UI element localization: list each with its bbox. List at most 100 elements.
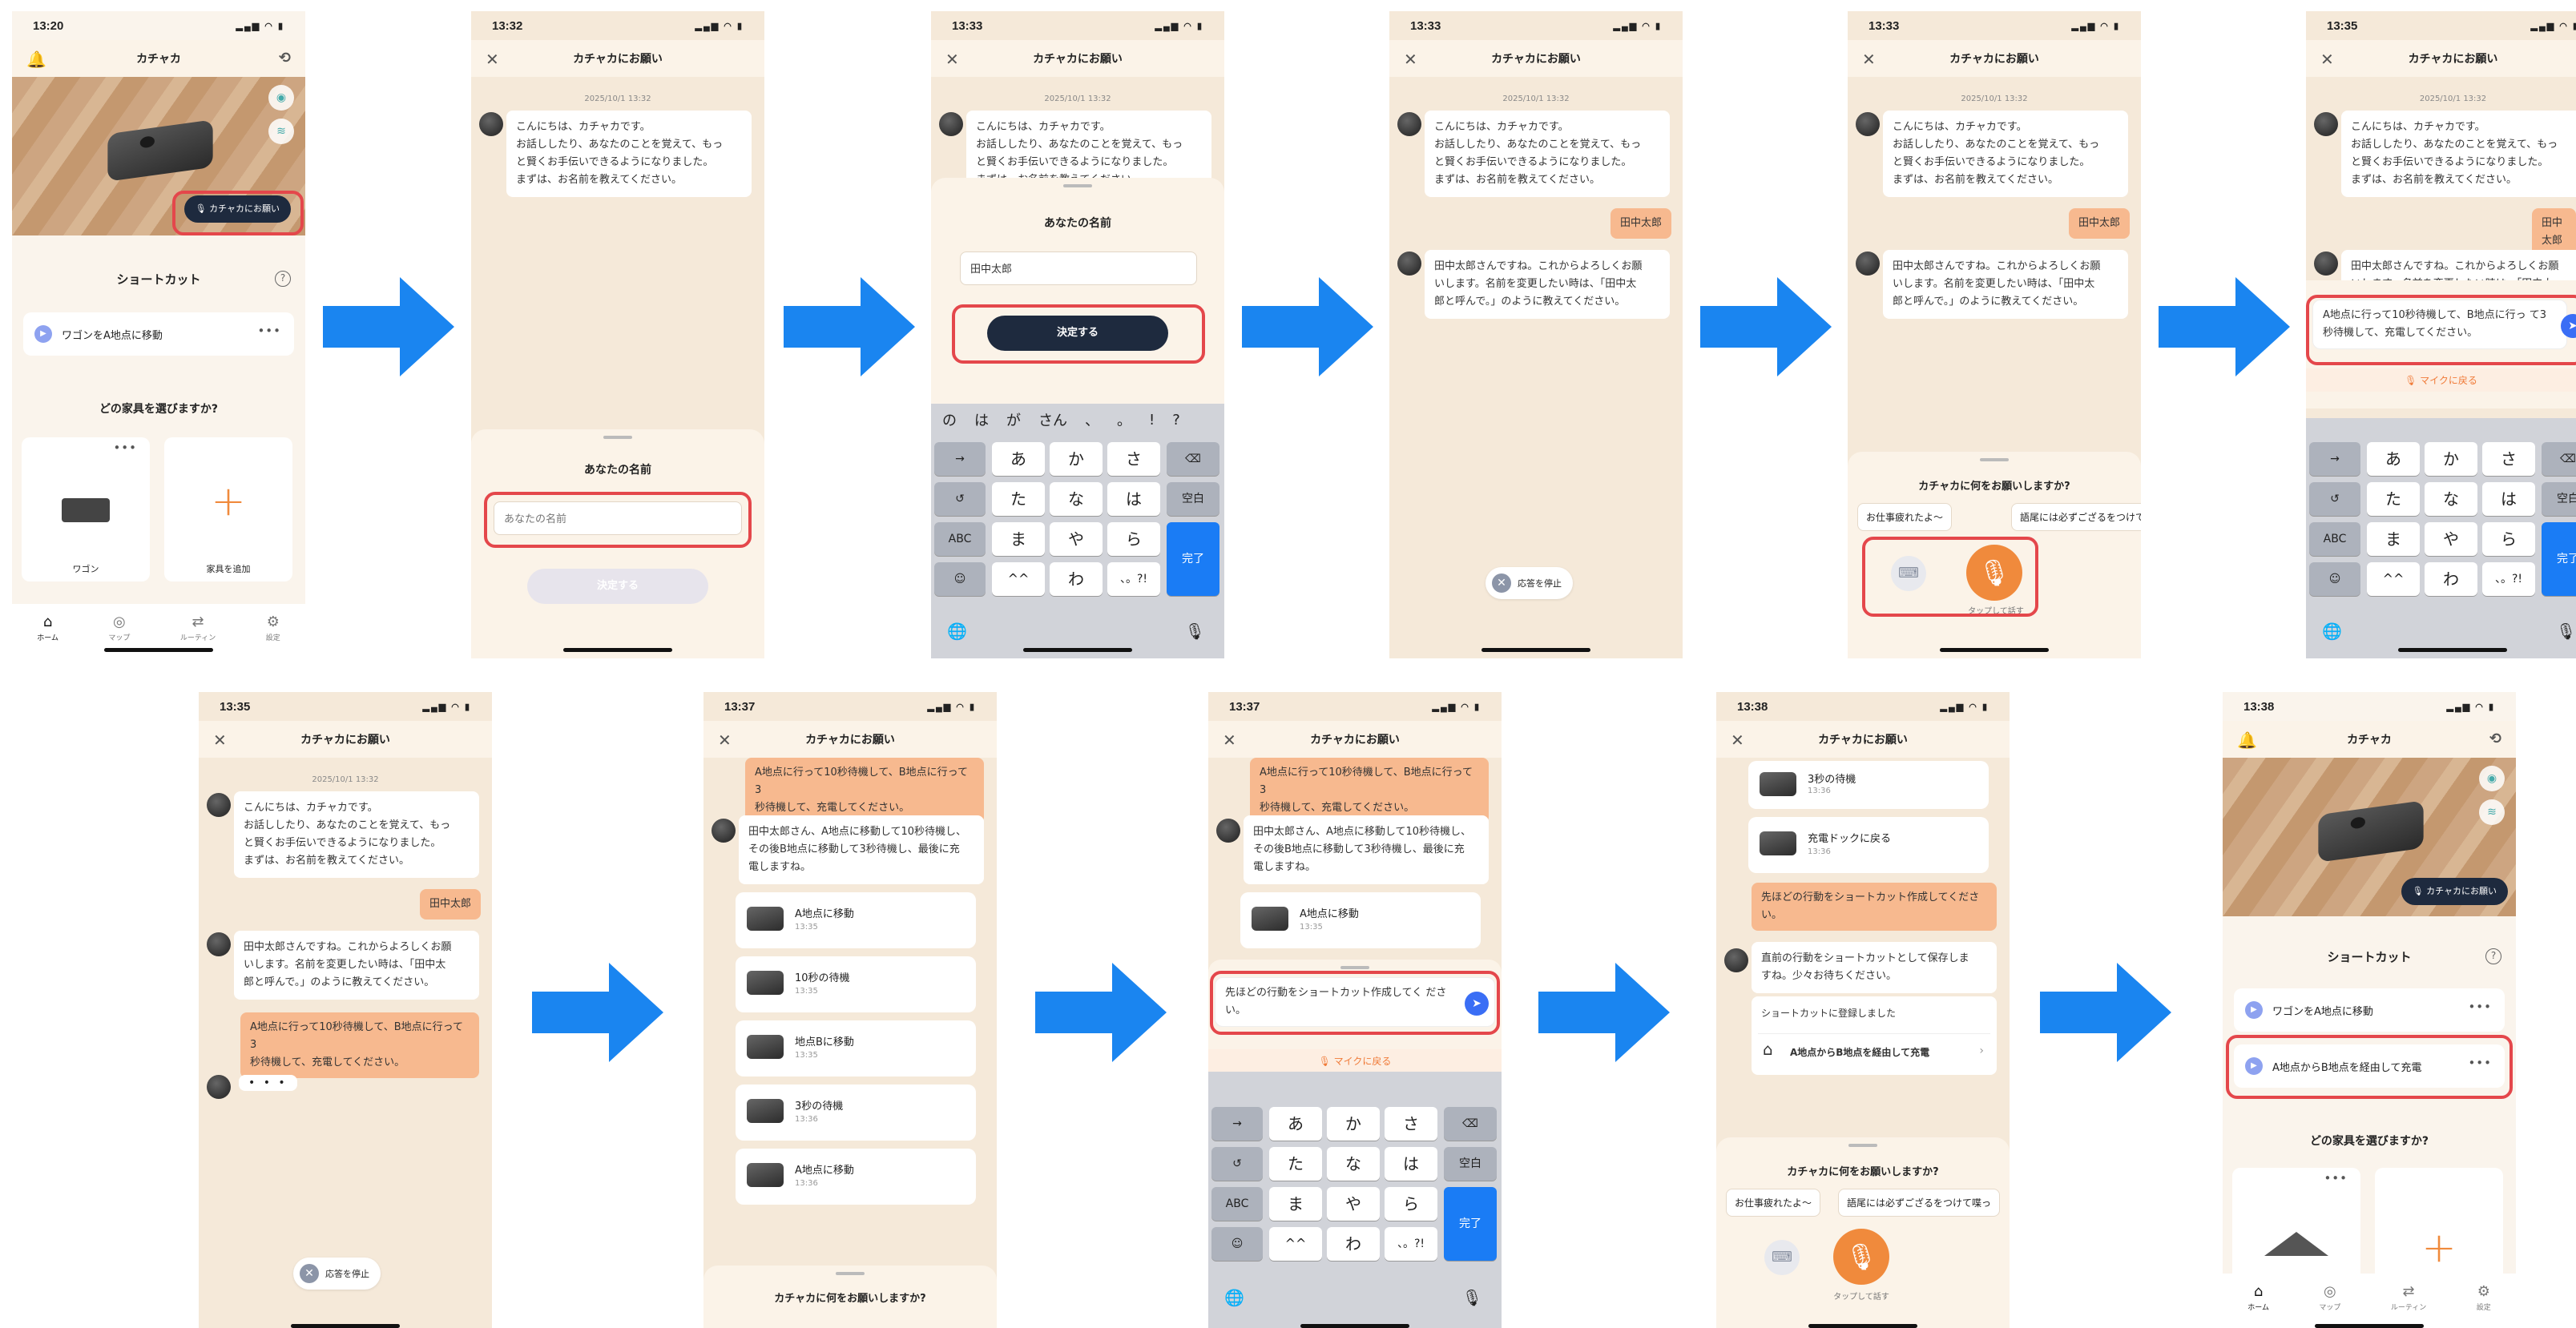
history-icon[interactable]: ⟲ [279,50,291,66]
tab-settings[interactable]: ⚙ 設定 [266,614,280,658]
key-wa[interactable]: わ [1327,1227,1380,1261]
more-icon[interactable]: ••• [2468,1000,2492,1014]
key-emoji[interactable]: ☺ [2309,562,2360,596]
key-sa[interactable]: さ [1385,1107,1437,1141]
key-kaomoji[interactable]: ^^ [1269,1227,1322,1261]
eye-icon[interactable]: ◉ [268,85,294,111]
close-icon[interactable]: ✕ [1223,730,1236,750]
shortcut-row[interactable]: ▶ ワゴンをA地点に移動 ••• [23,312,294,356]
key-delete[interactable]: ⌫ [1167,442,1219,476]
key-kaomoji[interactable]: ^^ [2367,562,2420,596]
close-icon[interactable]: ✕ [1404,50,1417,69]
close-icon[interactable]: ✕ [213,730,227,750]
sheet-grabber[interactable] [836,1272,865,1275]
shortcut-link[interactable]: ⌂ A地点からB地点を経由して充電 › [1758,1033,1990,1068]
sheet-grabber[interactable] [603,436,632,439]
tab-home[interactable]: ⌂ ホーム [2247,1283,2269,1328]
close-icon[interactable]: ✕ [486,50,499,69]
key-ha[interactable]: は [1385,1147,1437,1181]
sheet-grabber[interactable] [1848,1144,1877,1147]
close-icon[interactable]: ✕ [945,50,959,69]
key-ra[interactable]: ら [1385,1187,1437,1221]
key-ta[interactable]: た [2367,482,2420,516]
key-done[interactable]: 完了 [1167,522,1219,596]
key-ya[interactable]: や [2425,522,2477,556]
suggestion-chip[interactable]: 語尾には必ずござるをつけて喋っ [1838,1189,2001,1217]
close-icon[interactable]: ✕ [718,730,732,750]
bell-icon[interactable]: 🔔 [26,50,46,69]
suggestion[interactable]: ? [1172,412,1180,429]
history-icon[interactable]: ⟲ [2489,730,2501,747]
key-ya[interactable]: や [1327,1187,1380,1221]
tab-settings[interactable]: ⚙ 設定 [2477,1283,2491,1328]
key-emoji[interactable]: ☺ [934,562,986,596]
key-done[interactable]: 完了 [2542,522,2576,596]
suggestion[interactable]: は [974,409,989,430]
key-ha[interactable]: は [2482,482,2535,516]
key-space[interactable]: 空白 [1167,482,1219,516]
key-a[interactable]: あ [992,442,1045,476]
wifi-icon[interactable]: ≋ [268,119,294,144]
task-card[interactable]: 10秒の待機 13:35 [736,956,976,1012]
task-card[interactable]: 地点Bに移動 13:35 [736,1020,976,1076]
key-ka[interactable]: か [1050,442,1103,476]
key-undo[interactable]: ↺ [1211,1147,1263,1181]
tab-routine[interactable]: ⇄ ルーティン [2391,1283,2426,1328]
key-a[interactable]: あ [1269,1107,1322,1141]
more-icon[interactable]: ••• [2324,1171,2348,1185]
task-card[interactable]: A地点に移動 13:36 [736,1149,976,1205]
globe-icon[interactable]: 🌐 [2322,622,2342,641]
key-delete[interactable]: ⌫ [1444,1107,1497,1141]
add-furniture-card[interactable]: + 家具を追加 [164,437,292,582]
back-to-mic-button[interactable]: 🎙 マイクに戻る [1208,1049,1502,1072]
task-card[interactable]: 3秒の待機 13:36 [1748,761,1989,809]
keyboard-icon[interactable]: ⌨ [1764,1240,1800,1275]
key-arrow[interactable]: → [2309,442,2360,476]
key-ka[interactable]: か [2425,442,2477,476]
key-space[interactable]: 空白 [2542,482,2576,516]
key-punct[interactable]: 、。?! [1385,1227,1437,1261]
furniture-card-wagon[interactable]: ••• ワゴン [22,437,150,582]
close-icon[interactable]: ✕ [1862,50,1876,69]
stop-response-button[interactable]: ✕ 応答を停止 [293,1258,381,1290]
key-ka[interactable]: か [1327,1107,1380,1141]
globe-icon[interactable]: 🌐 [947,622,967,641]
key-emoji[interactable]: ☺ [1211,1227,1263,1261]
key-ha[interactable]: は [1107,482,1160,516]
key-ma[interactable]: ま [2367,522,2420,556]
key-ya[interactable]: や [1050,522,1103,556]
key-wa[interactable]: わ [1050,562,1103,596]
decide-button[interactable]: 決定する [527,569,708,604]
mic-icon[interactable]: 🎙 [1462,1288,1482,1307]
mic-button[interactable]: 🎙 [1833,1229,1889,1285]
suggestion[interactable]: の [942,409,957,430]
key-abc[interactable]: ABC [934,522,986,556]
key-kaomoji[interactable]: ^^ [992,562,1045,596]
sheet-grabber[interactable] [1980,458,2009,461]
wifi-icon[interactable]: ≋ [2479,799,2505,825]
key-space[interactable]: 空白 [1444,1147,1497,1181]
suggestion[interactable]: が [1006,409,1021,430]
stop-response-button[interactable]: ✕ 応答を停止 [1486,567,1573,599]
key-a[interactable]: あ [2367,442,2420,476]
mic-icon[interactable]: 🎙 [2556,622,2576,641]
help-icon[interactable]: ? [275,271,291,287]
suggestion-chip[interactable]: お仕事疲れたよ〜 [1857,503,1953,531]
close-icon[interactable]: ✕ [1731,730,1744,750]
key-abc[interactable]: ABC [2309,522,2360,556]
eye-icon[interactable]: ◉ [2479,766,2505,791]
mic-icon[interactable]: 🎙 [1185,622,1205,641]
key-ta[interactable]: た [992,482,1045,516]
task-card[interactable]: A地点に移動 13:35 [736,892,976,948]
ask-kachaka-button[interactable]: 🎙 カチャカにお願い [2401,878,2508,905]
globe-icon[interactable]: 🌐 [1224,1288,1244,1307]
suggestion-chip[interactable]: お仕事疲れたよ〜 [1726,1189,1821,1217]
key-ma[interactable]: ま [992,522,1045,556]
key-sa[interactable]: さ [1107,442,1160,476]
suggestion[interactable]: さん [1038,409,1067,430]
tab-home[interactable]: ⌂ ホーム [37,614,58,658]
back-to-mic-button[interactable]: 🎙 マイクに戻る [2306,368,2576,392]
key-na[interactable]: な [1327,1147,1380,1181]
key-arrow[interactable]: → [1211,1107,1263,1141]
more-icon[interactable]: ••• [257,324,281,338]
